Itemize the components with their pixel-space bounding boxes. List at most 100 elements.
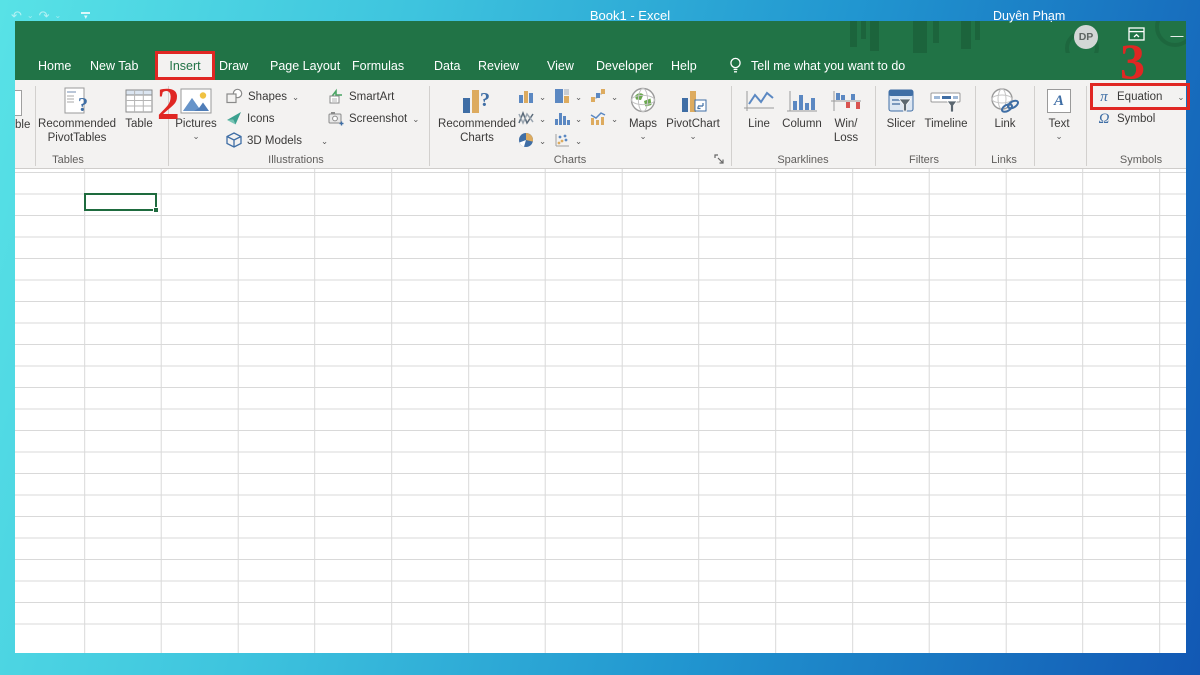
quick-access-toolbar: ↶ ⌄ ↷ ⌄ ▾ — [11, 0, 90, 32]
pivottable-button-cutoff[interactable] — [15, 90, 22, 116]
line-sparkline-icon — [743, 85, 775, 117]
maps-button[interactable]: Maps ⌄ — [621, 85, 665, 140]
dropdown-chevron: ⌄ — [412, 115, 419, 123]
dropdown-chevron: ⌄ — [575, 93, 582, 101]
dropdown-chevron: ⌄ — [292, 93, 299, 101]
dropdown-chevron: ⌄ — [575, 137, 582, 145]
group-label-sparklines: Sparklines — [772, 153, 834, 167]
waterfall-chart-icon — [590, 88, 606, 107]
group-label-charts: Charts — [540, 153, 600, 167]
group-label-illustrations: Illustrations — [250, 153, 342, 167]
smartart-button[interactable]: SmartArt — [328, 87, 394, 107]
insert-combo-chart-button[interactable]: ⌄ — [590, 109, 618, 129]
button-label: Table — [125, 118, 153, 131]
table-button[interactable]: Table — [115, 85, 163, 131]
tab-draw[interactable]: Draw — [219, 53, 248, 80]
button-label: PivotTables — [48, 132, 107, 145]
slicer-button[interactable]: Slicer — [879, 85, 923, 131]
dropdown-chevron: ⌄ — [321, 137, 328, 145]
tab-review[interactable]: Review — [478, 53, 519, 80]
timeline-button[interactable]: Timeline — [922, 85, 970, 131]
titlebar-decoration — [913, 21, 927, 53]
symbol-button[interactable]: Ω Symbol — [1096, 109, 1155, 129]
window-title: Book1 - Excel — [400, 0, 860, 32]
icons-button[interactable]: Icons — [226, 109, 275, 129]
group-separator — [35, 86, 36, 166]
text-button[interactable]: A Text ⌄ — [1037, 85, 1081, 140]
tab-home[interactable]: Home — [38, 53, 71, 80]
button-label: Loss — [834, 132, 858, 145]
button-label: PivotChart — [666, 118, 720, 131]
tab-help[interactable]: Help — [671, 53, 697, 80]
line-sparkline-button[interactable]: Line — [737, 85, 781, 131]
lightbulb-icon — [728, 57, 743, 79]
group-separator — [875, 86, 876, 166]
fill-handle[interactable] — [153, 207, 159, 213]
recommended-charts-button[interactable]: ? Recommended Charts — [443, 85, 511, 145]
undo-icon[interactable]: ↶ — [11, 8, 22, 24]
shapes-icon — [226, 88, 243, 107]
titlebar-decoration — [975, 21, 980, 40]
tab-data[interactable]: Data — [434, 53, 460, 80]
screenshot-button[interactable]: Screenshot ⌄ — [328, 109, 419, 129]
button-label: Maps — [629, 118, 657, 131]
button-label: Recommended — [38, 118, 116, 131]
charts-dialog-launcher-icon[interactable] — [714, 152, 725, 170]
group-label-tables: Tables — [40, 153, 96, 167]
recommended-pivottables-button[interactable]: ? Recommended PivotTables — [40, 85, 114, 145]
tab-page-layout[interactable]: Page Layout — [270, 53, 340, 80]
timeline-icon — [930, 85, 962, 117]
button-label: Pictures — [175, 118, 217, 131]
3d-models-button[interactable]: 3D Models ⌄ — [226, 131, 328, 151]
insert-waterfall-chart-button[interactable]: ⌄ — [590, 87, 618, 107]
slicer-icon — [887, 85, 915, 117]
insert-scatter-chart-button[interactable]: ⌄ — [554, 131, 582, 151]
account-name[interactable]: Duyên Phạm — [993, 0, 1065, 32]
button-label: Text — [1048, 118, 1069, 131]
button-label: Shapes — [248, 91, 287, 103]
dropdown-chevron: ⌄ — [539, 137, 546, 145]
selected-cell[interactable] — [84, 193, 157, 211]
customize-qat-icon[interactable]: ▾ — [81, 12, 90, 20]
insert-line-chart-button[interactable]: ⌄ — [518, 109, 546, 129]
dropdown-chevron: ⌄ — [689, 132, 696, 140]
pivottable-label-fragment[interactable]: ble — [15, 119, 30, 131]
titlebar-decoration — [961, 21, 971, 49]
dropdown-chevron: ⌄ — [1055, 132, 1062, 140]
tab-new-tab[interactable]: New Tab — [90, 53, 138, 80]
redo-icon[interactable]: ↷ — [39, 8, 50, 24]
winloss-sparkline-icon — [830, 85, 862, 117]
winloss-sparkline-button[interactable]: Win/ Loss — [824, 85, 868, 145]
minimize-button[interactable]: — — [1168, 21, 1186, 51]
spreadsheet-grid[interactable] — [15, 169, 1186, 653]
pictures-icon — [180, 85, 212, 117]
tab-view[interactable]: View — [547, 53, 574, 80]
pivotchart-icon — [679, 85, 707, 117]
link-button[interactable]: Link — [983, 85, 1027, 131]
recommended-pivottables-icon: ? — [62, 85, 92, 117]
column-chart-icon — [518, 88, 534, 107]
insert-column-chart-button[interactable]: ⌄ — [518, 87, 546, 107]
pivotchart-button[interactable]: PivotChart ⌄ — [664, 85, 722, 140]
shapes-button[interactable]: Shapes ⌄ — [226, 87, 299, 107]
scatter-chart-icon — [554, 132, 570, 151]
tab-developer[interactable]: Developer — [596, 53, 653, 80]
insert-hierarchy-chart-button[interactable]: ⌄ — [554, 87, 582, 107]
annotation-box-insert — [155, 51, 215, 80]
line-chart-icon — [518, 110, 534, 129]
screenshot-icon — [328, 110, 344, 129]
column-sparkline-button[interactable]: Column — [780, 85, 824, 131]
link-icon — [990, 85, 1020, 117]
tab-formulas[interactable]: Formulas — [352, 53, 404, 80]
tell-me-search[interactable]: Tell me what you want to do — [751, 53, 905, 80]
annotation-step-3: 3 — [1120, 36, 1145, 86]
undo-dropdown-chevron[interactable]: ⌄ — [27, 12, 34, 20]
svg-text:?: ? — [480, 89, 490, 111]
maps-icon — [629, 85, 657, 117]
insert-pie-chart-button[interactable]: ⌄ — [518, 131, 546, 151]
redo-dropdown-chevron[interactable]: ⌄ — [55, 12, 62, 20]
avatar[interactable]: DP — [1074, 25, 1098, 49]
dropdown-chevron: ⌄ — [192, 132, 199, 140]
dropdown-chevron: ⌄ — [639, 132, 646, 140]
insert-statistic-chart-button[interactable]: ⌄ — [554, 109, 582, 129]
